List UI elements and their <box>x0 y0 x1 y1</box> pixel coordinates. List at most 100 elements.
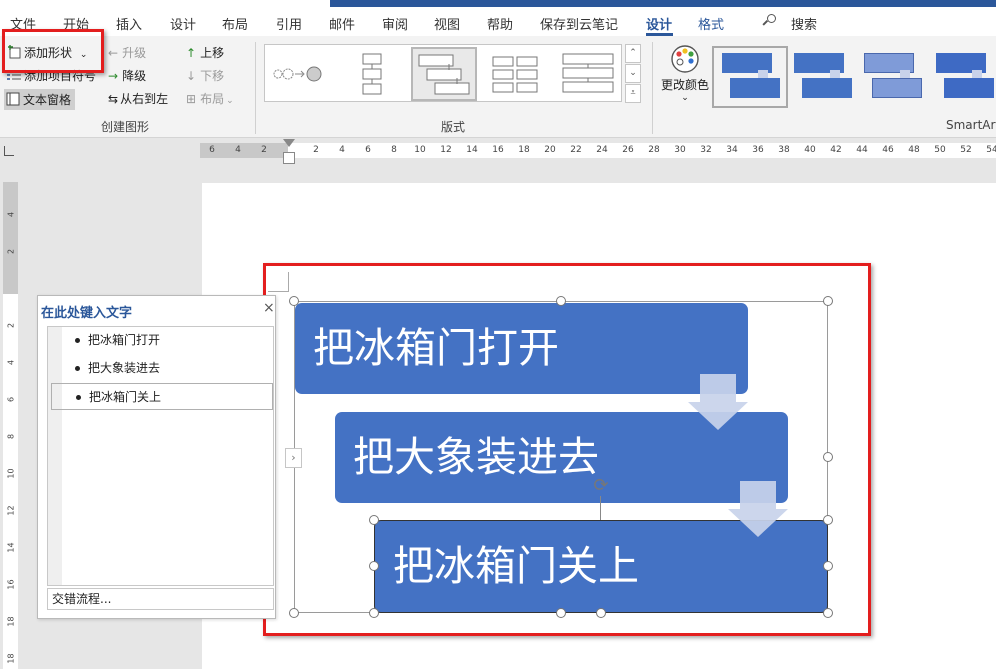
ruler-tick-label: 30 <box>674 145 686 155</box>
right-to-left-button[interactable]: ⇆ 从右到左 <box>108 90 168 107</box>
search-icon[interactable] <box>762 14 777 28</box>
ruler-tick-label: 22 <box>570 145 582 155</box>
smartart-style-3[interactable] <box>860 48 932 106</box>
ruler-tick-label: 14 <box>466 145 478 155</box>
group-divider <box>255 42 256 134</box>
close-icon[interactable]: × <box>263 300 275 316</box>
ruler-tick-label: 46 <box>882 145 894 155</box>
tab-stop-selector-icon[interactable] <box>4 146 14 156</box>
ruler-tick-label: 26 <box>622 145 634 155</box>
ruler-tick-label: 6 <box>365 145 371 155</box>
layout-thumb-vertical[interactable] <box>341 49 403 99</box>
ruler-tick-label: 2 <box>313 145 319 155</box>
tab-help[interactable]: 帮助 <box>487 14 513 33</box>
text-pane-title: 在此处键入文字 <box>41 306 133 321</box>
change-colors-label: 更改颜色 <box>660 78 709 92</box>
create-graphic-group-label: 创建图形 <box>101 120 150 134</box>
ruler-tick-label: 50 <box>934 145 946 155</box>
ruler-tick-label: 2 <box>261 145 267 155</box>
gallery-scroll-up-icon[interactable]: ⌃ <box>625 44 641 63</box>
layout-thumb-staggered-selected[interactable] <box>411 47 477 101</box>
list-item[interactable]: 把冰箱门打开 <box>64 327 274 354</box>
move-down-label: 下移 <box>200 69 225 83</box>
list-item-text: 把大象装进去 <box>88 361 161 375</box>
arrow-up-icon: ↑ <box>186 46 197 60</box>
vertical-ruler-tick-label: 16 <box>6 579 16 590</box>
list-item[interactable]: 把大象装进去 <box>64 355 274 382</box>
ruler-tick-label: 42 <box>830 145 842 155</box>
ruler-tick-label: 48 <box>908 145 920 155</box>
right-to-left-icon: ⇆ <box>108 92 119 106</box>
ribbon: 添加形状 ⌄ 添加项目符号 文本窗格 ← 升级 → 降级 ⇆ 从右到左 ↑ 上移 ↓ 下移… <box>0 36 996 138</box>
text-pane-button[interactable]: 文本窗格 <box>4 89 76 110</box>
ruler-tick-label: 16 <box>492 145 504 155</box>
tab-layout[interactable]: 布局 <box>222 14 248 33</box>
left-indent-marker[interactable] <box>283 152 295 164</box>
arrow-left-icon: ← <box>108 46 119 60</box>
vertical-ruler-tick-label: 4 <box>6 211 16 218</box>
layout-thumb-grid[interactable] <box>485 49 547 99</box>
tab-smartart-format[interactable]: 格式 <box>698 14 724 33</box>
search-label[interactable]: 搜索 <box>791 14 817 33</box>
change-colors-button[interactable]: 更改颜色 ⌄ <box>660 44 710 114</box>
ruler-tick-label: 32 <box>700 145 712 155</box>
move-up-button[interactable]: ↑ 上移 <box>186 44 224 61</box>
smartart-style-2[interactable] <box>788 48 860 106</box>
vertical-ruler-tick-label: 18 <box>6 616 16 627</box>
ruler-tick-label: 36 <box>752 145 764 155</box>
group-divider <box>652 42 653 134</box>
layout-button[interactable]: ⊞ 布局 ⌄ <box>186 90 234 107</box>
tab-save-cloud-note[interactable]: 保存到云笔记 <box>540 14 618 33</box>
tab-insert[interactable]: 插入 <box>116 14 142 33</box>
layout-thumb-list[interactable] <box>557 49 619 99</box>
text-pane-footer-layout-name[interactable]: 交错流程... <box>47 588 274 610</box>
tab-references[interactable]: 引用 <box>276 14 302 33</box>
tab-smartart-design[interactable]: 设计 <box>646 14 672 33</box>
ruler-tick-label: 40 <box>804 145 816 155</box>
right-to-left-label: 从右到左 <box>120 92 169 106</box>
smartart-style-4[interactable] <box>932 48 996 106</box>
promote-button[interactable]: ← 升级 <box>108 44 146 61</box>
vertical-ruler-tick-label: 6 <box>6 396 16 403</box>
ruler-tick-label: 28 <box>648 145 660 155</box>
vertical-ruler-tick-label: 10 <box>6 468 16 479</box>
list-item-active[interactable]: 把冰箱门关上 <box>51 383 273 410</box>
text-pane-list[interactable]: 把冰箱门打开 把大象装进去 把冰箱门关上 <box>47 326 274 586</box>
vertical-ruler-tick-label: 8 <box>6 433 16 440</box>
gallery-more-icon[interactable]: ⩡ <box>625 84 641 103</box>
org-layout-icon: ⊞ <box>186 92 197 106</box>
move-down-button[interactable]: ↓ 下移 <box>186 67 224 84</box>
move-up-label: 上移 <box>200 46 225 60</box>
title-bar-accent <box>330 0 996 7</box>
layout-label: 布局 <box>200 92 225 106</box>
ruler-tick-label: 34 <box>726 145 738 155</box>
ruler-tick-label: 12 <box>440 145 452 155</box>
ruler-tick-label: 38 <box>778 145 790 155</box>
smartart-style-1[interactable] <box>712 46 788 108</box>
demote-label: 降级 <box>122 69 147 83</box>
gallery-scroll-down-icon[interactable]: ⌄ <box>625 64 641 83</box>
vertical-ruler-tick-label: 14 <box>6 542 16 553</box>
layouts-gallery <box>264 44 622 102</box>
tab-mailings[interactable]: 邮件 <box>329 14 355 33</box>
ruler-tick-label: 18 <box>518 145 530 155</box>
vertical-ruler-tick-label: 2 <box>6 322 16 329</box>
vertical-ruler-tick-label: 4 <box>6 359 16 366</box>
ruler-tick-label: 44 <box>856 145 868 155</box>
list-item-text: 把冰箱门关上 <box>89 390 162 404</box>
ruler-tick-label: 52 <box>960 145 972 155</box>
tab-view[interactable]: 视图 <box>434 14 460 33</box>
tab-review[interactable]: 审阅 <box>382 14 408 33</box>
ruler-tick-label: 24 <box>596 145 608 155</box>
ruler-tick-label: 8 <box>391 145 397 155</box>
arrow-down-icon: ↓ <box>186 69 197 83</box>
ruler-tick-label: 10 <box>414 145 426 155</box>
tab-design[interactable]: 设计 <box>170 14 196 33</box>
arrow-right-icon: → <box>108 69 119 83</box>
bullet-icon <box>75 366 80 371</box>
layout-thumb-process[interactable] <box>268 49 330 99</box>
demote-button[interactable]: → 降级 <box>108 67 146 84</box>
ruler-tick-label: 20 <box>544 145 556 155</box>
highlight-box-add-shape <box>2 29 104 73</box>
first-line-indent-marker[interactable] <box>283 139 295 147</box>
